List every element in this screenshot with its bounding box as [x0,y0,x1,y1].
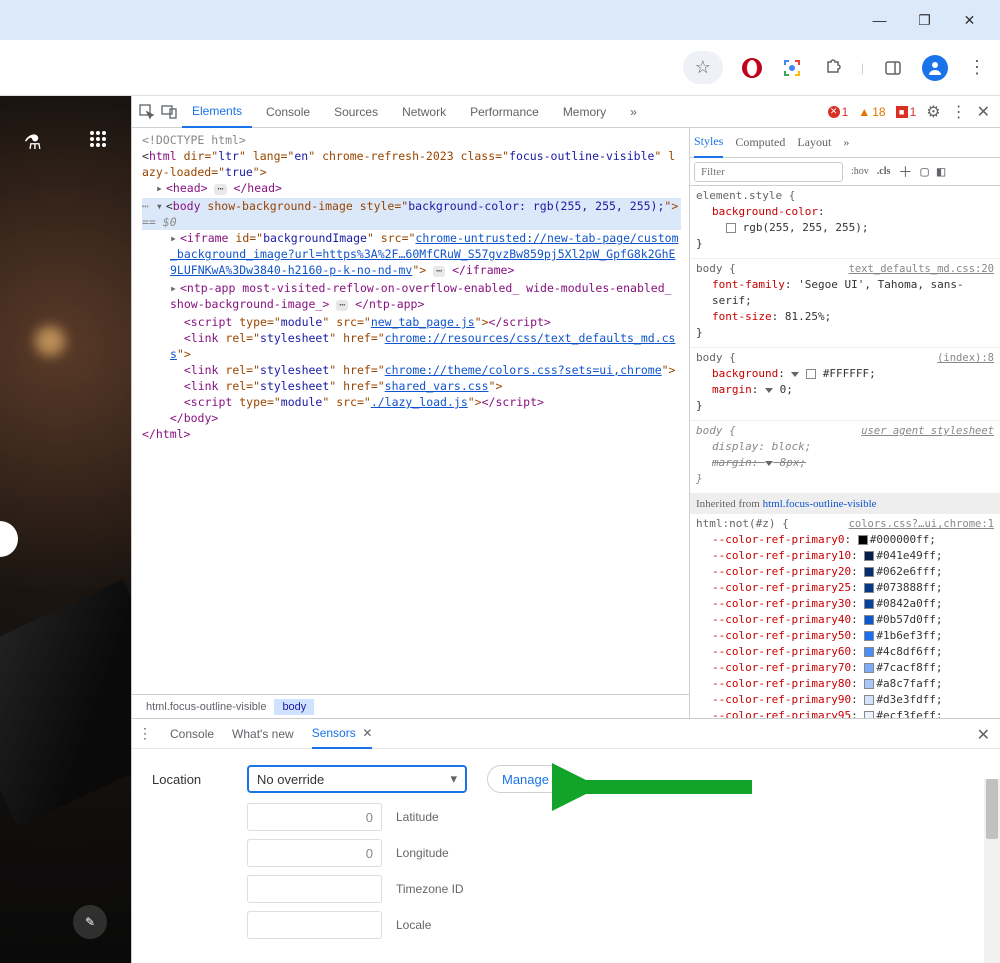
tab-console[interactable]: Console [256,96,320,128]
window-titlebar: — ❐ ✕ [0,0,1000,40]
close-window-button[interactable]: ✕ [947,5,992,35]
apps-grid-icon[interactable] [89,130,107,155]
warning-badge[interactable]: ▲18 [858,105,885,119]
tab-styles[interactable]: Styles [694,128,723,158]
drawer-tab-console[interactable]: Console [170,719,214,749]
tab-computed[interactable]: Computed [735,128,785,158]
lens-icon[interactable] [781,57,803,79]
location-label: Location [152,772,227,787]
dom-tree[interactable]: <!DOCTYPE html> <html dir="ltr" lang="en… [132,128,689,694]
source-link[interactable]: text_defaults_md.css:20 [849,261,994,277]
minimize-button[interactable]: — [857,5,902,35]
drawer-menu-icon[interactable]: ⋮ [138,725,152,742]
cls-toggle[interactable]: .cls [877,166,891,177]
elements-panel: <!DOCTYPE html> <html dir="ltr" lang="en… [132,128,690,718]
styles-panel: Styles Computed Layout » :hov .cls ＋ ▢ ◧… [690,128,1000,718]
close-tab-icon[interactable]: ✕ [362,726,372,740]
styles-overflow[interactable]: » [843,128,849,158]
drawer-scrollbar[interactable] [984,779,1000,963]
styles-filter-input[interactable] [694,162,843,182]
rendering-icon[interactable]: ◧ [937,164,945,180]
devtools-panel: Elements Console Sources Network Perform… [131,96,1000,963]
inspect-element-icon[interactable] [138,103,156,121]
computed-panel-icon[interactable]: ▢ [920,164,928,180]
drawer-tab-whatsnew[interactable]: What's new [232,719,294,749]
more-icon[interactable]: ⋮ [951,102,967,122]
opera-icon[interactable] [741,57,763,79]
devtools-toolbar: Elements Console Sources Network Perform… [132,96,1000,128]
issues-badge[interactable]: ■1 [896,105,917,119]
labs-icon[interactable]: ⚗ [24,130,42,155]
sidepanel-icon[interactable] [882,57,904,79]
tab-performance[interactable]: Performance [460,96,549,128]
breadcrumb[interactable]: html.focus-outline-visible body [132,694,689,718]
latitude-input[interactable] [247,803,382,831]
drawer: ⋮ Console What's new Sensors ✕ ✕ Locatio… [132,718,1000,963]
source-link[interactable]: colors.css?…ui,chrome:1 [849,516,994,532]
timezone-label: Timezone ID [396,882,464,896]
tabs-overflow[interactable]: » [620,96,647,128]
settings-icon[interactable]: ⚙ [926,102,940,122]
error-badge[interactable]: ✕1 [828,105,849,119]
browser-menu-icon[interactable]: ⋮ [966,57,988,79]
crumb-html[interactable]: html.focus-outline-visible [138,699,274,715]
hov-toggle[interactable]: :hov [851,166,869,177]
locale-input[interactable] [247,911,382,939]
tab-network[interactable]: Network [392,96,456,128]
inherited-bar: Inherited from html.focus-outline-visibl… [690,494,1000,514]
bookmark-pill[interactable]: ☆ [683,51,723,84]
manage-button[interactable]: Manage [487,765,564,793]
longitude-input[interactable] [247,839,382,867]
customize-button[interactable]: ✎ [73,905,107,939]
drawer-close-icon[interactable]: ✕ [977,725,990,745]
timezone-input[interactable] [247,875,382,903]
styles-body[interactable]: element.style { background-color: rgb(25… [690,186,1000,718]
device-toggle-icon[interactable] [160,103,178,121]
star-icon: ☆ [695,57,711,78]
longitude-label: Longitude [396,846,449,860]
chevron-down-icon: ▾ [450,771,457,787]
locale-label: Locale [396,918,431,932]
extensions-icon[interactable] [821,57,843,79]
tab-sources[interactable]: Sources [324,96,388,128]
crumb-body[interactable]: body [274,699,314,715]
sensors-panel: Location No override ▾ Manage Latitude L… [132,749,1000,963]
source-link[interactable]: (index):8 [937,350,994,366]
maximize-button[interactable]: ❐ [902,5,947,35]
drawer-tab-sensors[interactable]: Sensors ✕ [312,719,373,749]
location-select[interactable]: No override ▾ [247,765,467,793]
tab-elements[interactable]: Elements [182,96,252,128]
profile-avatar[interactable] [922,55,948,81]
page-preview: ⚗ ✎ [0,96,131,963]
new-rule-icon[interactable]: ＋ [898,162,912,182]
latitude-label: Latitude [396,810,439,824]
tab-memory[interactable]: Memory [553,96,616,128]
close-devtools-icon[interactable]: ✕ [977,102,990,122]
tab-layout[interactable]: Layout [797,128,831,158]
browser-toolbar: ☆ | ⋮ [0,40,1000,96]
